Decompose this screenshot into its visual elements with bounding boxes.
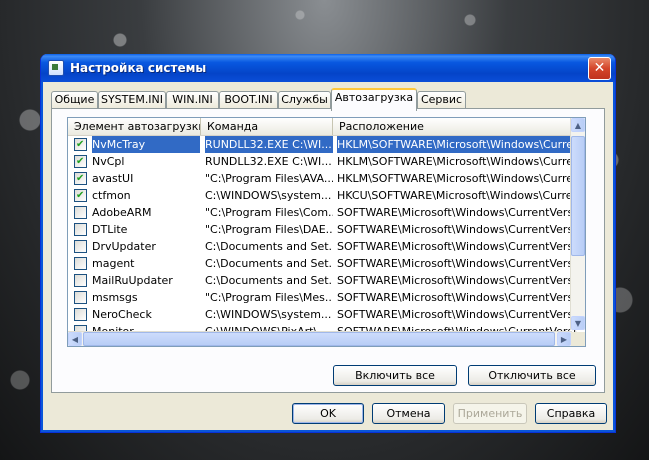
window-title: Настройка системы bbox=[70, 61, 207, 75]
startup-item-location: SOFTWARE\Microsoft\Windows\CurrentVersio… bbox=[337, 274, 577, 287]
startup-checkbox[interactable] bbox=[74, 187, 87, 204]
startup-item-location: SOFTWARE\Microsoft\Windows\CurrentVersio… bbox=[337, 291, 577, 304]
startup-item-location: HKCU\SOFTWARE\Microsoft\Windows\CurrentV… bbox=[337, 189, 577, 202]
scroll-corner bbox=[571, 332, 585, 346]
list-item[interactable]: AdobeARM "C:\Program Files\Com... SOFTWARE… bbox=[68, 204, 577, 221]
title-bar[interactable]: Настройка системы ✕ bbox=[41, 54, 615, 82]
cancel-button[interactable]: Отмена bbox=[372, 403, 445, 424]
startup-item-name: avastUI bbox=[92, 172, 134, 185]
list-item[interactable]: NvMcTray RUNDLL32.EXE C:\WI...HKLM\SOFTWA… bbox=[68, 136, 577, 153]
column-startup-item[interactable]: Элемент автозагрузки bbox=[68, 118, 201, 135]
startup-item-command: C:\Documents and Set... bbox=[205, 240, 333, 253]
apply-button[interactable]: Применить bbox=[453, 403, 527, 424]
close-button[interactable]: ✕ bbox=[588, 57, 611, 80]
startup-item-name: DTLite bbox=[92, 223, 128, 236]
scroll-left-icon[interactable]: ◀ bbox=[68, 332, 82, 346]
startup-item-name: DrvUpdater bbox=[92, 240, 156, 253]
column-location[interactable]: Расположение bbox=[333, 118, 571, 135]
startup-item-location: SOFTWARE\Microsoft\Windows\CurrentVersio… bbox=[337, 240, 577, 253]
startup-checkbox[interactable] bbox=[74, 206, 87, 219]
startup-panel: Элемент автозагрузки Команда Расположени… bbox=[51, 108, 605, 393]
startup-checkbox[interactable] bbox=[74, 170, 87, 187]
tab-general[interactable]: Общие bbox=[51, 91, 98, 109]
startup-item-command: "C:\Program Files\Com... bbox=[205, 206, 333, 219]
startup-list[interactable]: Элемент автозагрузки Команда Расположени… bbox=[67, 117, 586, 347]
startup-item-location: SOFTWARE\Microsoft\Windows\CurrentVersio… bbox=[337, 206, 577, 219]
vertical-scroll-thumb[interactable] bbox=[571, 136, 585, 256]
startup-item-command: C:\WINDOWS\system... bbox=[205, 189, 332, 202]
list-item[interactable]: msmsgs "C:\Program Files\Mes... SOFTWARE\M… bbox=[68, 289, 577, 306]
startup-checkbox[interactable] bbox=[74, 308, 87, 321]
startup-checkbox[interactable] bbox=[74, 291, 87, 304]
startup-item-command: C:\WINDOWS\system... bbox=[205, 308, 332, 321]
startup-item-location: HKLM\SOFTWARE\Microsoft\Windows\CurrentV… bbox=[337, 155, 577, 168]
startup-item-location: SOFTWARE\Microsoft\Windows\CurrentVersio… bbox=[337, 257, 577, 270]
tab-boot-ini[interactable]: BOOT.INI bbox=[219, 91, 278, 109]
scroll-right-icon[interactable]: ▶ bbox=[557, 332, 571, 346]
list-item[interactable]: DrvUpdater C:\Documents and Set... SOFTWAR… bbox=[68, 238, 577, 255]
ok-button[interactable]: OK bbox=[292, 403, 364, 424]
startup-item-command: RUNDLL32.EXE C:\WI... bbox=[205, 155, 332, 168]
scroll-up-icon[interactable]: ▲ bbox=[571, 118, 585, 132]
list-header: Элемент автозагрузки Команда Расположени… bbox=[68, 118, 571, 136]
startup-item-location: SOFTWARE\Microsoft\Windows\CurrentVersio… bbox=[337, 308, 577, 321]
startup-item-name: NvCpl bbox=[92, 155, 125, 168]
tab-tools[interactable]: Сервис bbox=[417, 91, 466, 109]
list-item[interactable]: NeroCheck C:\WINDOWS\system... SOFTWARE\Mi… bbox=[68, 306, 577, 323]
tab-win-ini[interactable]: WIN.INI bbox=[166, 91, 219, 109]
tab-system-ini[interactable]: SYSTEM.INI bbox=[98, 91, 166, 109]
list-item[interactable]: MailRuUpdater C:\Documents and Set... SOFT… bbox=[68, 272, 577, 289]
system-config-window: Настройка системы ✕ Общие SYSTEM.INI WIN… bbox=[40, 54, 616, 433]
tab-services[interactable]: Службы bbox=[278, 91, 331, 109]
tab-startup[interactable]: Автозагрузка bbox=[331, 88, 417, 111]
vertical-scrollbar[interactable]: ▲ ▼ bbox=[570, 118, 585, 330]
scroll-down-icon[interactable]: ▼ bbox=[571, 316, 585, 330]
startup-checkbox[interactable] bbox=[74, 136, 87, 153]
startup-item-name: NeroCheck bbox=[92, 308, 152, 321]
horizontal-scrollbar[interactable]: ◀ ▶ bbox=[68, 331, 571, 346]
list-rows: NvMcTrayRUNDLL32.EXE C:\WI...HKLM\SOFTWA… bbox=[68, 136, 577, 340]
startup-item-command: C:\Documents and Set... bbox=[205, 257, 333, 270]
column-command[interactable]: Команда bbox=[201, 118, 333, 135]
startup-item-name: ctfmon bbox=[92, 189, 131, 202]
startup-checkbox[interactable] bbox=[74, 223, 87, 236]
horizontal-scroll-thumb[interactable] bbox=[83, 332, 555, 346]
startup-item-command: "C:\Program Files\AVA... bbox=[205, 172, 333, 185]
startup-item-name: NvMcTray bbox=[92, 136, 200, 153]
startup-item-command: C:\Documents and Set... bbox=[205, 274, 333, 287]
startup-item-location: HKLM\SOFTWARE\Microsoft\Windows\CurrentV… bbox=[337, 172, 577, 185]
list-item[interactable]: DTLite "C:\Program Files\DAE... SOFTWARE\M… bbox=[68, 221, 577, 238]
startup-item-command: RUNDLL32.EXE C:\WI... bbox=[205, 136, 333, 153]
msconfig-icon bbox=[48, 60, 64, 76]
startup-item-command: "C:\Program Files\Mes... bbox=[205, 291, 333, 304]
startup-item-command: "C:\Program Files\DAE... bbox=[205, 223, 333, 236]
list-item[interactable]: NvCpl RUNDLL32.EXE C:\WI... HKLM\SOFTWARE\… bbox=[68, 153, 577, 170]
list-item[interactable]: magent C:\Documents and Set... SOFTWARE\Mi… bbox=[68, 255, 577, 272]
startup-checkbox[interactable] bbox=[74, 257, 87, 270]
startup-item-name: magent bbox=[92, 257, 135, 270]
startup-item-location: HKLM\SOFTWARE\Microsoft\Windows\CurrentV… bbox=[337, 136, 577, 153]
startup-checkbox[interactable] bbox=[74, 153, 87, 170]
startup-item-name: msmsgs bbox=[92, 291, 138, 304]
enable-all-button[interactable]: Включить все bbox=[333, 365, 457, 386]
list-item[interactable]: ctfmon C:\WINDOWS\system... HKCU\SOFTWARE\… bbox=[68, 187, 577, 204]
startup-checkbox[interactable] bbox=[74, 240, 87, 253]
startup-item-name: MailRuUpdater bbox=[92, 274, 173, 287]
startup-item-name: AdobeARM bbox=[92, 206, 152, 219]
help-button[interactable]: Справка bbox=[535, 403, 607, 424]
startup-item-location: SOFTWARE\Microsoft\Windows\CurrentVersio… bbox=[337, 223, 577, 236]
list-item[interactable]: avastUI "C:\Program Files\AVA... HKLM\SOFT… bbox=[68, 170, 577, 187]
disable-all-button[interactable]: Отключить все bbox=[468, 365, 596, 386]
startup-checkbox[interactable] bbox=[74, 274, 87, 287]
